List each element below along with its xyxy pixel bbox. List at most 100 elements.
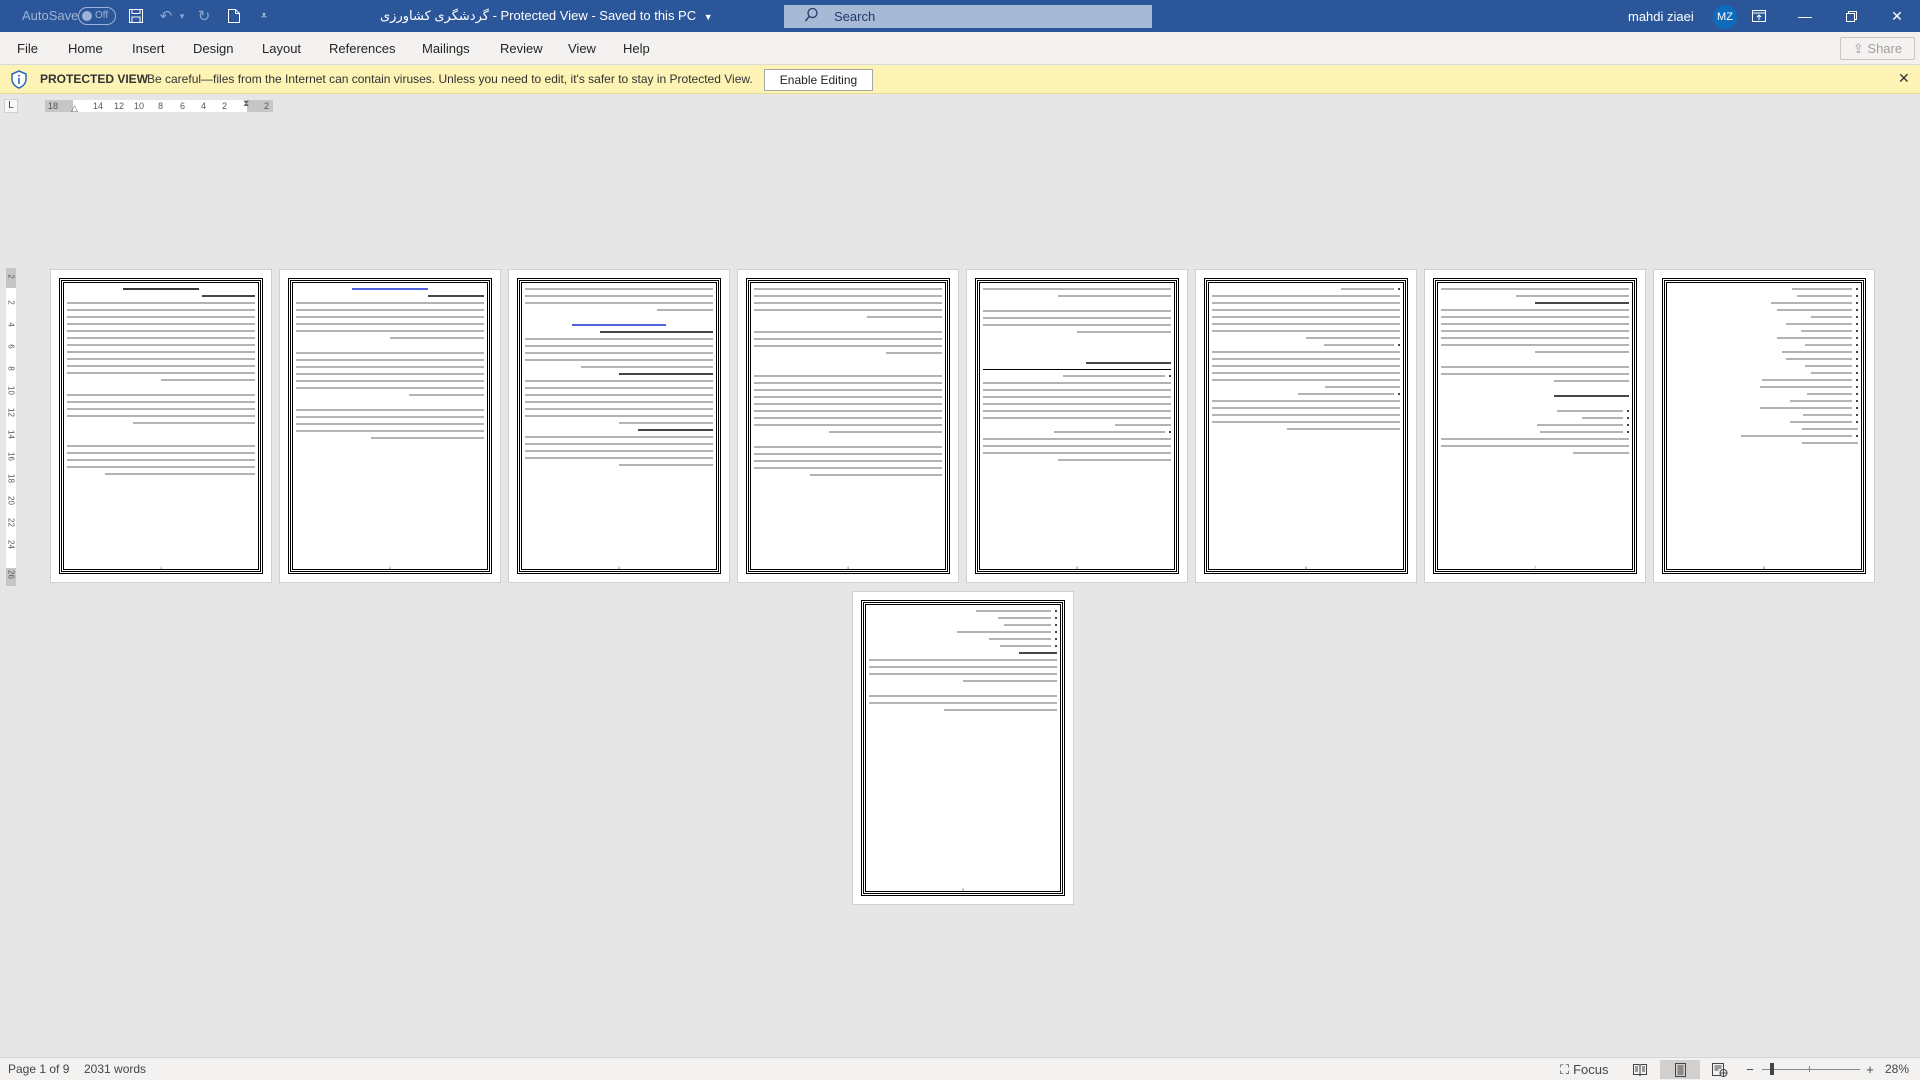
web-layout-icon[interactable]: [1708, 1060, 1732, 1079]
bullet-icon: [1856, 351, 1858, 353]
save-icon[interactable]: [126, 6, 146, 26]
subheading: [637, 429, 713, 431]
text-line: [296, 430, 484, 432]
list-item: [1670, 295, 1858, 297]
ribbon-display-options-icon[interactable]: [1736, 0, 1782, 32]
bullet-icon: [1856, 323, 1858, 325]
page-heading: [352, 288, 428, 290]
tab-file[interactable]: File: [17, 41, 38, 56]
avatar[interactable]: MZ: [1713, 5, 1737, 29]
focus-icon: ⛶: [1560, 1061, 1570, 1077]
chevron-down-icon[interactable]: ▼: [704, 12, 713, 22]
text-line: [754, 403, 942, 405]
page-number: 1: [159, 565, 163, 570]
text-line: [525, 394, 713, 396]
list-item: [983, 375, 1171, 377]
share-icon: ⇪: [1852, 41, 1864, 56]
minimize-icon[interactable]: —: [1782, 0, 1828, 32]
new-document-icon[interactable]: [224, 6, 244, 26]
tab-references[interactable]: References: [329, 41, 395, 56]
list-item: [869, 638, 1057, 640]
tab-review[interactable]: Review: [500, 41, 543, 56]
document-page[interactable]: 5: [966, 269, 1188, 583]
vertical-ruler[interactable]: 2 2 4 6 8 10 12 14 16 18 20 22 24 26: [6, 268, 16, 586]
list-item: [1670, 414, 1858, 416]
tab-layout[interactable]: Layout: [262, 41, 301, 56]
tab-design[interactable]: Design: [193, 41, 233, 56]
text-line: [67, 466, 255, 468]
tab-selector[interactable]: L: [4, 99, 18, 113]
document-page[interactable]: 4: [737, 269, 959, 583]
horizontal-ruler[interactable]: 18 14 12 10 8 6 4 2 2 △ ⧗: [45, 98, 273, 114]
ribbon-tabs: File Home Insert Design Layout Reference…: [0, 32, 1920, 65]
page-number: 3: [617, 565, 621, 570]
text-line: [754, 338, 942, 340]
text-line: [754, 302, 942, 304]
text-line: [1441, 309, 1629, 311]
text-line: [67, 394, 255, 396]
list-item: [1212, 393, 1400, 395]
text-line: [869, 659, 1057, 661]
text-line: [296, 423, 484, 425]
tab-help[interactable]: Help: [623, 41, 650, 56]
page-indicator[interactable]: Page 1 of 9: [8, 1062, 69, 1076]
search-box[interactable]: Search: [784, 5, 1152, 28]
document-title[interactable]: گردشگری کشاورزی - Protected View - Saved…: [380, 8, 713, 24]
zoom-slider-center-tick: [1809, 1066, 1810, 1072]
print-layout-icon[interactable]: [1660, 1060, 1700, 1079]
tab-home[interactable]: Home: [68, 41, 103, 56]
tab-view[interactable]: View: [568, 41, 596, 56]
document-page[interactable]: 1: [50, 269, 272, 583]
customize-toolbar-icon[interactable]: ⩡: [254, 6, 274, 26]
zoom-slider-thumb[interactable]: [1769, 1063, 1774, 1075]
close-message-bar-icon[interactable]: ✕: [1898, 70, 1910, 87]
document-page[interactable]: 3: [508, 269, 730, 583]
tab-insert[interactable]: Insert: [132, 41, 165, 56]
text-line: [104, 473, 255, 475]
text-line: [754, 410, 942, 412]
close-icon[interactable]: ✕: [1874, 0, 1920, 32]
zoom-slider[interactable]: [1762, 1069, 1860, 1070]
tab-mailings[interactable]: Mailings: [422, 41, 470, 56]
text-line: [296, 352, 484, 354]
text-line: [371, 437, 484, 439]
zoom-out-icon[interactable]: −: [1744, 1060, 1756, 1079]
user-name[interactable]: mahdi ziaei: [1628, 9, 1694, 24]
autosave-toggle[interactable]: Off: [78, 7, 116, 25]
text-line: [754, 417, 942, 419]
list-item: [1670, 435, 1858, 437]
undo-dropdown-icon[interactable]: ▾: [172, 6, 192, 26]
text-line: [296, 330, 484, 332]
restore-icon[interactable]: [1828, 0, 1874, 32]
text-line: [296, 359, 484, 361]
redo-icon[interactable]: ↻: [194, 6, 214, 26]
protected-view-message: Be careful—files from the Internet can c…: [147, 72, 753, 86]
document-page[interactable]: 2: [279, 269, 501, 583]
bullet-icon: [1055, 617, 1057, 619]
document-page[interactable]: 9: [852, 591, 1074, 905]
enable-editing-button[interactable]: Enable Editing: [764, 69, 873, 91]
ruler-label: 22: [6, 518, 16, 527]
document-page[interactable]: 6: [1195, 269, 1417, 583]
read-mode-icon[interactable]: [1628, 1060, 1652, 1079]
text-line: [1212, 309, 1400, 311]
hanging-indent-marker-icon[interactable]: ⧗: [243, 98, 249, 109]
zoom-level[interactable]: 28%: [1885, 1062, 1909, 1076]
document-page[interactable]: 8: [1653, 269, 1875, 583]
text-line: [1077, 331, 1171, 333]
share-button[interactable]: ⇪ Share: [1840, 37, 1915, 60]
document-page[interactable]: 7: [1424, 269, 1646, 583]
word-count[interactable]: 2031 words: [84, 1062, 146, 1076]
ruler-label: 8: [158, 101, 164, 111]
text-line: [1801, 442, 1858, 444]
focus-button[interactable]: ⛶ Focus: [1560, 1060, 1609, 1079]
text-line: [67, 337, 255, 339]
text-line: [829, 431, 942, 433]
view-mode: Protected View: [500, 8, 588, 23]
text-line: [581, 366, 713, 368]
ruler-label: 6: [180, 101, 186, 111]
zoom-in-icon[interactable]: +: [1864, 1060, 1876, 1079]
indent-marker-icon[interactable]: △: [71, 103, 78, 114]
text-line: [525, 338, 713, 340]
